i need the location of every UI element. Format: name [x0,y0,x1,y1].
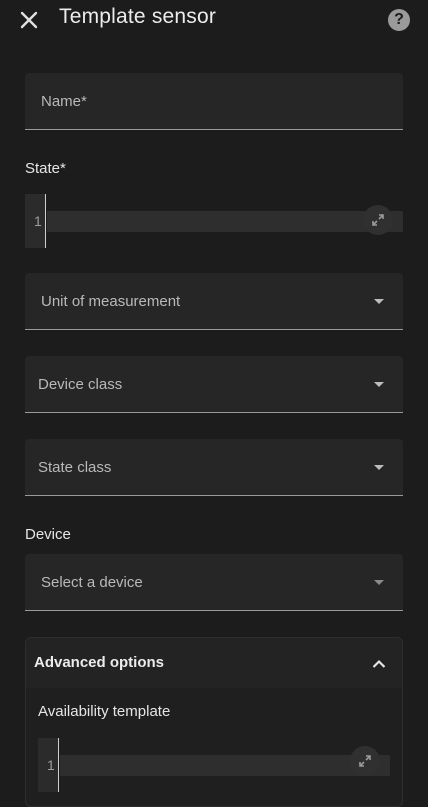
name-field-label: Name* [41,93,87,110]
dialog-header: Template sensor ? [0,0,428,40]
advanced-options-panel: Advanced options Availability template 1 [25,637,403,807]
device-class-label: Device class [38,376,123,393]
advanced-options-header[interactable]: Advanced options [26,638,402,688]
state-class-select[interactable]: State class [25,439,403,496]
dialog-title: Template sensor [59,5,217,28]
dropdown-arrow-icon [374,382,384,387]
state-label: State* [25,160,66,177]
dropdown-arrow-icon [374,299,384,304]
unit-of-measurement-select[interactable]: Unit of measurement [25,273,403,330]
editor-line[interactable] [47,211,403,232]
line-number: 1 [34,213,42,229]
line-number: 1 [47,757,55,773]
close-button[interactable] [18,9,40,31]
expand-icon [359,755,371,767]
state-class-label: State class [38,459,112,476]
close-icon [20,11,38,29]
device-picker[interactable]: Select a device [25,554,403,611]
expand-editor-button[interactable] [350,746,380,776]
device-picker-placeholder: Select a device [41,574,143,591]
chevron-up-icon [372,656,386,674]
state-template-editor[interactable]: 1 [25,194,403,248]
expand-icon [372,214,384,226]
dropdown-arrow-icon [374,580,384,585]
availability-template-editor[interactable]: 1 [38,738,390,792]
editor-line[interactable] [60,755,390,776]
device-section-label: Device [25,526,71,543]
advanced-options-title: Advanced options [34,654,165,671]
dropdown-arrow-icon [374,465,384,470]
availability-template-label: Availability template [38,703,171,720]
expand-editor-button[interactable] [363,205,393,235]
device-class-select[interactable]: Device class [25,356,403,413]
help-button[interactable]: ? [388,9,410,31]
name-field[interactable]: Name* [25,73,403,130]
unit-of-measurement-label: Unit of measurement [41,293,181,310]
help-icon: ? [394,11,404,28]
